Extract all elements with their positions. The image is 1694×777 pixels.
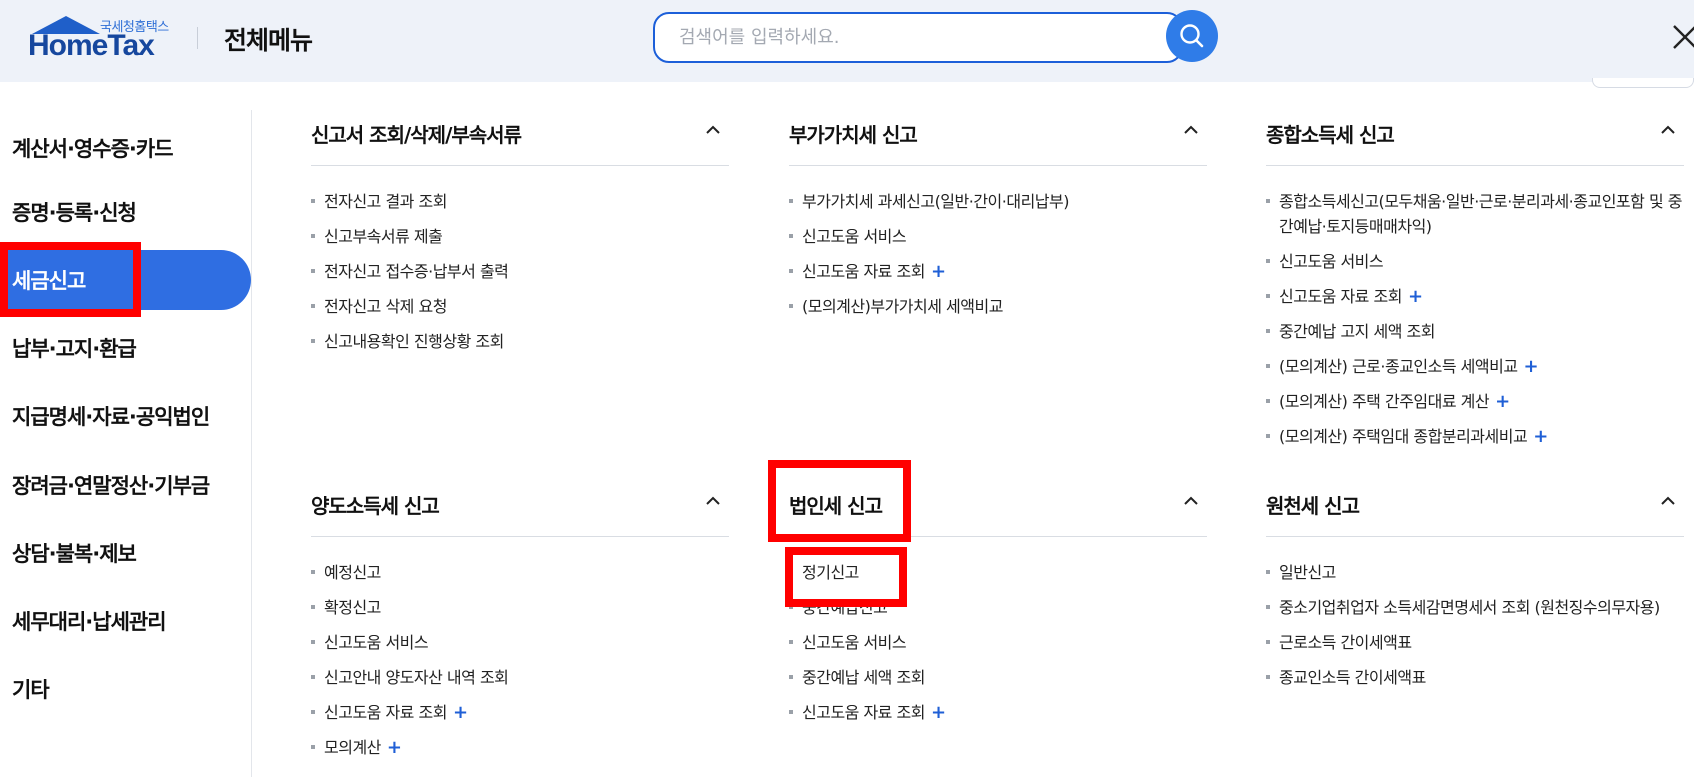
plus-icon[interactable]: + <box>1408 286 1423 307</box>
menu-link[interactable]: 부가가치세 과세신고(일반·간이·대리납부) <box>789 189 1207 214</box>
menu-link[interactable]: 근로소득 간이세액표 <box>1266 630 1684 655</box>
menu-link[interactable]: 전자신고 결과 조회 <box>311 189 729 214</box>
section-title: 신고서 조회/삭제/부속서류 <box>311 123 522 147</box>
menu-link[interactable]: 모의계산 + <box>311 735 729 760</box>
close-button[interactable] <box>1670 20 1694 54</box>
menu-link[interactable]: 확정신고 <box>311 595 729 620</box>
menu-link[interactable]: 중소기업취업자 소득세감면명세서 조회 (원천징수의무자용) <box>1266 595 1684 620</box>
search-input[interactable] <box>655 14 1155 61</box>
chevron-up-icon <box>1184 125 1198 134</box>
section-header[interactable]: 법인세 신고 <box>789 483 1207 537</box>
section-header[interactable]: 신고서 조회/삭제/부속서류 <box>311 112 729 166</box>
section-header[interactable]: 부가가치세 신고 <box>789 112 1207 166</box>
plus-icon[interactable]: + <box>1495 391 1510 412</box>
menu-link[interactable]: (모의계산) 주택임대 종합분리과세비교 + <box>1266 424 1684 449</box>
menu-link[interactable]: 신고도움 서비스 <box>789 224 1207 249</box>
section-income-tax-filing: 종합소득세 신고 종합소득세신고(모두채움·일반·근로·분리과세·종교인포함 및… <box>1266 112 1684 459</box>
search-box <box>653 12 1183 63</box>
menu-link[interactable]: 예정신고 <box>311 560 729 585</box>
menu-link[interactable]: 신고도움 서비스 <box>1266 249 1684 274</box>
menu-link[interactable]: 신고도움 서비스 <box>311 630 729 655</box>
sidebar-item-consult-appeal-report[interactable]: 상담·불복·제보 <box>0 523 251 583</box>
sidebar-item-incentive-year-end[interactable]: 장려금·연말정산·기부금 <box>0 455 251 515</box>
menu-link[interactable]: 신고도움 자료 조회 + <box>789 700 1207 725</box>
plus-icon[interactable]: + <box>387 737 402 758</box>
section-title: 원천세 신고 <box>1266 494 1360 518</box>
section-return-inquiry: 신고서 조회/삭제/부속서류 전자신고 결과 조회 신고부속서류 제출 전자신고… <box>311 112 729 364</box>
chevron-up-icon <box>1661 125 1675 134</box>
menu-link[interactable]: 일반신고 <box>1266 560 1684 585</box>
plus-icon[interactable]: + <box>1533 426 1548 447</box>
sidebar-item-tax-filing[interactable]: 세금신고 <box>0 250 251 310</box>
section-corporate-tax-filing: 법인세 신고 정기신고 중간예납신고 신고도움 서비스 중간예납 세액 조회 신… <box>789 483 1207 735</box>
menu-link[interactable]: 종교인소득 간이세액표 <box>1266 665 1684 690</box>
menu-link[interactable]: 신고부속서류 제출 <box>311 224 729 249</box>
close-icon <box>1673 25 1694 49</box>
sidebar-item-payment-notice-refund[interactable]: 납부·고지·환급 <box>0 318 251 378</box>
sidebar-item-certificate-registration[interactable]: 증명·등록·신청 <box>0 182 251 242</box>
page-title: 전체메뉴 <box>224 26 313 55</box>
menu-link[interactable]: 중간예납 고지 세액 조회 <box>1266 319 1684 344</box>
section-title: 법인세 신고 <box>789 494 883 518</box>
menu-link[interactable]: (모의계산)부가가치세 세액비교 <box>789 294 1207 319</box>
section-header[interactable]: 종합소득세 신고 <box>1266 112 1684 166</box>
section-header[interactable]: 원천세 신고 <box>1266 483 1684 537</box>
menu-link[interactable]: 신고안내 양도자산 내역 조회 <box>311 665 729 690</box>
menu-link[interactable]: 신고도움 자료 조회 + <box>789 259 1207 284</box>
search-icon <box>1180 24 1204 48</box>
menu-link[interactable]: 중간예납 세액 조회 <box>789 665 1207 690</box>
chevron-up-icon <box>1661 496 1675 505</box>
hometax-logo[interactable]: 국세청홈택스 HomeTax <box>28 14 173 64</box>
menu-link[interactable]: 신고도움 자료 조회 + <box>311 700 729 725</box>
menu-link[interactable]: (모의계산) 근로·종교인소득 세액비교 + <box>1266 354 1684 379</box>
sidebar-item-payment-statement[interactable]: 지급명세·자료·공익법인 <box>0 386 251 446</box>
sidebar-item-tax-agent[interactable]: 세무대리·납세관리 <box>0 591 251 651</box>
menu-link-regular-filing[interactable]: 정기신고 <box>789 560 1207 585</box>
menu-link[interactable]: 전자신고 접수증·납부서 출력 <box>311 259 729 284</box>
plus-icon[interactable]: + <box>931 261 946 282</box>
section-title: 양도소득세 신고 <box>311 494 440 518</box>
plus-icon[interactable]: + <box>453 702 468 723</box>
chevron-up-icon <box>706 125 720 134</box>
menu-link[interactable]: 신고도움 자료 조회 + <box>1266 284 1684 309</box>
menu-link[interactable]: 전자신고 삭제 요청 <box>311 294 729 319</box>
top-button-tab[interactable] <box>1592 78 1694 88</box>
menu-link[interactable]: 중간예납신고 <box>789 595 1207 620</box>
sidebar-menu: 계산서·영수증·카드 증명·등록·신청 세금신고 납부·고지·환급 지급명세·자… <box>0 110 252 777</box>
header: 국세청홈택스 HomeTax 전체메뉴 <box>0 0 1694 88</box>
chevron-up-icon <box>706 496 720 505</box>
chevron-up-icon <box>1184 496 1198 505</box>
section-header[interactable]: 양도소득세 신고 <box>311 483 729 537</box>
logo-text: HomeTax <box>28 29 155 62</box>
menu-link[interactable]: 신고내용확인 진행상황 조회 <box>311 329 729 354</box>
section-title: 부가가치세 신고 <box>789 123 918 147</box>
sidebar-item-etc[interactable]: 기타 <box>0 659 251 719</box>
sidebar-item-invoice-receipt-card[interactable]: 계산서·영수증·카드 <box>0 118 251 178</box>
menu-link[interactable]: 종합소득세신고(모두채움·일반·근로·분리과세·종교인포함 및 중간예납·토지등… <box>1266 189 1684 239</box>
section-withholding-tax: 원천세 신고 일반신고 중소기업취업자 소득세감면명세서 조회 (원천징수의무자… <box>1266 483 1684 700</box>
plus-icon[interactable]: + <box>1524 356 1539 377</box>
section-transfer-income-tax: 양도소득세 신고 예정신고 확정신고 신고도움 서비스 신고안내 양도자산 내역… <box>311 483 729 770</box>
menu-link[interactable]: (모의계산) 주택 간주임대료 계산 + <box>1266 389 1684 414</box>
plus-icon[interactable]: + <box>931 702 946 723</box>
search-button[interactable] <box>1166 10 1218 62</box>
header-divider <box>197 27 198 49</box>
menu-link[interactable]: 신고도움 서비스 <box>789 630 1207 655</box>
section-title: 종합소득세 신고 <box>1266 123 1395 147</box>
section-vat-filing: 부가가치세 신고 부가가치세 과세신고(일반·간이·대리납부) 신고도움 서비스… <box>789 112 1207 329</box>
